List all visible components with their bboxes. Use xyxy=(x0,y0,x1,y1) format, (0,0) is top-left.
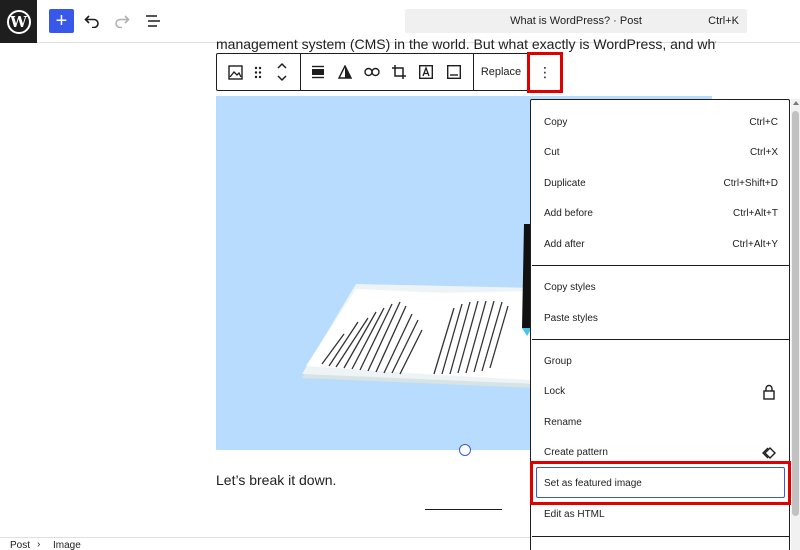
menu-item-label: Copy xyxy=(544,117,568,128)
replace-button[interactable]: Replace xyxy=(475,54,527,90)
undo-icon[interactable] xyxy=(81,10,103,32)
menu-item-shortcut: Ctrl+Alt+T xyxy=(732,208,778,219)
menu-item-cut[interactable]: Cut Ctrl+X xyxy=(532,138,790,168)
separator-block[interactable] xyxy=(425,509,502,510)
menu-item-group[interactable]: Group xyxy=(532,347,790,377)
wordpress-icon: W xyxy=(6,9,31,34)
menu-item-label: Lock xyxy=(544,386,566,397)
menu-divider xyxy=(532,265,790,266)
menu-item-label: Cut xyxy=(544,147,560,158)
menu-item-duplicate[interactable]: Duplicate Ctrl+Shift+D xyxy=(532,169,790,199)
menu-item-lock[interactable]: Lock xyxy=(532,377,790,407)
menu-item-shortcut: Ctrl+X xyxy=(749,147,778,158)
drag-handle-icon[interactable] xyxy=(250,54,266,90)
menu-item-rename[interactable]: Rename xyxy=(532,408,790,438)
command-shortcut: Ctrl+K xyxy=(708,15,739,27)
menu-item-add-after[interactable]: Add after Ctrl+Alt+Y xyxy=(532,230,790,260)
paragraph-block[interactable]: Let’s break it down. xyxy=(216,472,336,488)
post-title-label: What is WordPress? · Post xyxy=(510,15,642,27)
menu-item-add-before[interactable]: Add before Ctrl+Alt+T xyxy=(532,199,790,229)
menu-item-label: Paste styles xyxy=(544,313,598,324)
link-icon[interactable] xyxy=(363,54,381,90)
menu-item-label: Add before xyxy=(544,208,593,219)
menu-item-shortcut: Ctrl+C xyxy=(749,117,778,128)
menu-item-paste-styles[interactable]: Paste styles xyxy=(532,304,790,334)
block-toolbar: Replace ⋮ xyxy=(216,53,561,91)
text-overlay-icon[interactable] xyxy=(417,54,435,90)
breadcrumb-image: Image xyxy=(53,540,81,550)
menu-divider xyxy=(532,339,790,340)
lock-icon xyxy=(762,384,776,400)
menu-item-label: Duplicate xyxy=(544,178,586,189)
toolbar-divider xyxy=(473,54,474,90)
image-block-icon[interactable] xyxy=(225,54,245,90)
toolbar-divider xyxy=(300,54,301,90)
caption-icon[interactable] xyxy=(445,54,463,90)
scroll-up-arrow-icon[interactable] xyxy=(793,101,799,105)
featured-image-highlight xyxy=(530,461,791,505)
breadcrumb-separator: › xyxy=(37,539,41,550)
crop-icon[interactable] xyxy=(390,54,408,90)
scrollbar-thumb[interactable] xyxy=(792,111,799,516)
block-inserter-button[interactable]: + xyxy=(49,9,74,33)
wordpress-logo-button[interactable]: W xyxy=(0,0,37,43)
document-overview-icon[interactable] xyxy=(142,10,164,32)
breadcrumb-post[interactable]: Post xyxy=(10,540,30,550)
menu-item-label: Add after xyxy=(544,239,585,250)
menu-item-label: Rename xyxy=(544,417,582,428)
menu-item-copy[interactable]: Copy Ctrl+C xyxy=(532,108,790,138)
menu-item-shortcut: Ctrl+Alt+Y xyxy=(732,239,778,250)
redo-icon[interactable] xyxy=(111,10,133,32)
duotone-filter-icon[interactable] xyxy=(336,54,354,90)
menu-scrollbar[interactable] xyxy=(791,99,800,550)
paragraph-block[interactable]: management system (CMS) in the world. Bu… xyxy=(216,36,716,52)
pattern-icon xyxy=(762,445,778,461)
align-icon[interactable] xyxy=(309,54,327,90)
breadcrumb: Post › Image xyxy=(0,537,530,550)
menu-item-shortcut: Ctrl+Shift+D xyxy=(723,178,778,189)
more-options-highlight xyxy=(527,52,563,93)
command-palette-bar[interactable]: What is WordPress? · Post Ctrl+K xyxy=(405,9,747,33)
menu-item-label: Group xyxy=(544,356,572,367)
menu-item-label: Copy styles xyxy=(544,282,596,293)
image-resize-handle[interactable] xyxy=(459,444,471,456)
menu-divider xyxy=(532,536,790,537)
menu-item-copy-styles[interactable]: Copy styles xyxy=(532,273,790,303)
move-up-down-icon[interactable] xyxy=(273,54,291,90)
